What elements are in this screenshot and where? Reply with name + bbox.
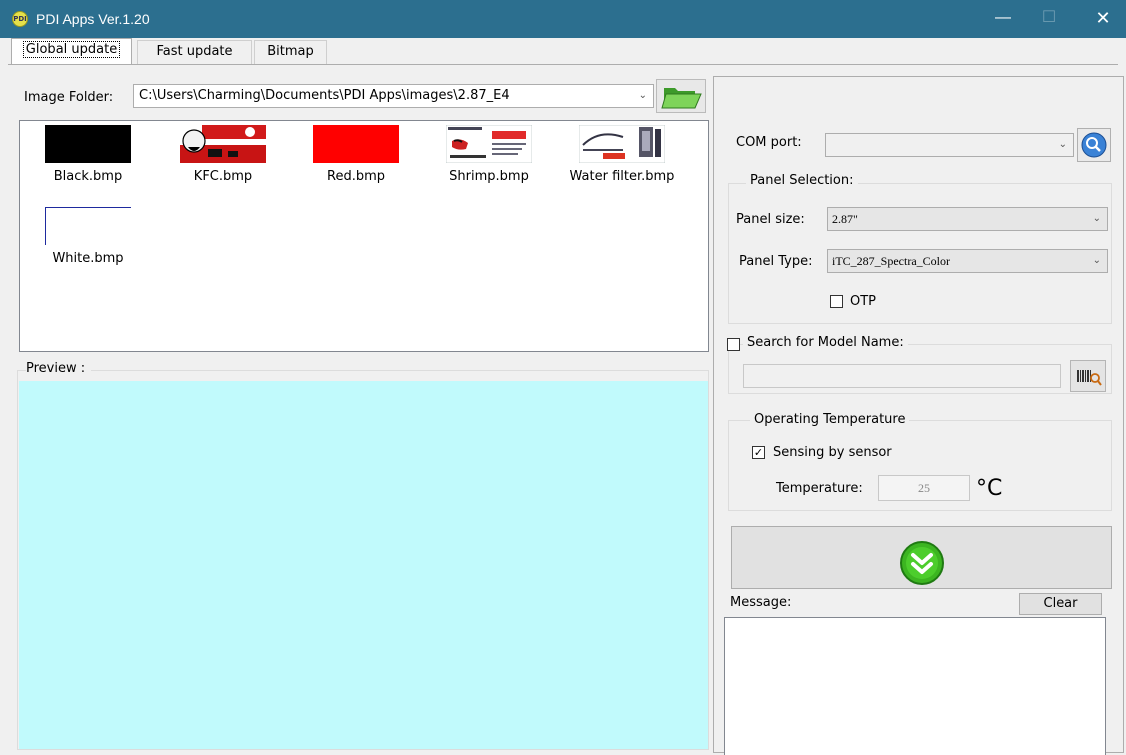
otp-checkbox[interactable] bbox=[830, 295, 843, 308]
tab-label: Fast update bbox=[156, 44, 233, 59]
model-name-input[interactable] bbox=[743, 364, 1061, 388]
panel-selection-title: Panel Selection: bbox=[746, 173, 858, 188]
kfc-thumbnail bbox=[180, 125, 266, 163]
image-folder-path: C:\Users\Charming\Documents\PDI Apps\ima… bbox=[139, 88, 510, 103]
window-title: PDI Apps Ver.1.20 bbox=[36, 11, 150, 27]
temperature-input[interactable]: 25 bbox=[878, 475, 970, 501]
file-name: Shrimp.bmp bbox=[449, 169, 529, 184]
otp-label: OTP bbox=[850, 294, 877, 309]
file-item-kfc[interactable]: KFC.bmp bbox=[163, 125, 283, 184]
browse-folder-button[interactable] bbox=[656, 79, 706, 113]
red-thumbnail bbox=[313, 125, 399, 163]
water-filter-thumbnail bbox=[578, 124, 666, 164]
panel-type-select[interactable]: iTC_287_Spectra_Color ⌄ bbox=[827, 249, 1108, 273]
file-item-shrimp[interactable]: Shrimp.bmp bbox=[429, 124, 549, 184]
barcode-scan-icon bbox=[1077, 370, 1102, 386]
sensing-by-sensor-checkbox[interactable]: ✓ bbox=[752, 446, 765, 459]
file-item-water-filter[interactable]: Water filter.bmp bbox=[562, 124, 682, 184]
preview-canvas bbox=[19, 381, 708, 749]
panel-size-label: Panel size: bbox=[736, 212, 805, 227]
barcode-search-button[interactable] bbox=[1070, 360, 1106, 392]
file-name: KFC.bmp bbox=[193, 169, 253, 184]
model-search-checkbox[interactable] bbox=[727, 338, 740, 351]
tab-fast-update[interactable]: Fast update bbox=[137, 40, 252, 64]
temperature-unit: °C bbox=[976, 476, 1003, 501]
file-item-red[interactable]: Red.bmp bbox=[296, 125, 416, 184]
file-name: Water filter.bmp bbox=[569, 169, 675, 184]
preview-label: Preview : bbox=[26, 361, 92, 376]
title-bar: PDI PDI Apps Ver.1.20 — ☐ ✕ bbox=[0, 0, 1126, 38]
chevron-down-icon: ⌄ bbox=[1092, 255, 1101, 266]
panel-type-label: Panel Type: bbox=[739, 254, 813, 269]
panel-size-value: 2.87" bbox=[832, 212, 858, 226]
search-icon bbox=[1081, 132, 1107, 158]
com-port-label: COM port: bbox=[736, 135, 802, 150]
file-item-white[interactable]: White.bmp bbox=[28, 207, 148, 266]
shrimp-thumbnail bbox=[445, 124, 533, 164]
model-search-label: Search for Model Name: bbox=[743, 335, 908, 350]
scan-com-port-button[interactable] bbox=[1077, 128, 1111, 162]
green-check-download-icon bbox=[900, 541, 944, 585]
white-thumbnail bbox=[45, 207, 131, 245]
temperature-label: Temperature: bbox=[776, 481, 863, 496]
close-button[interactable]: ✕ bbox=[1080, 0, 1126, 38]
start-update-button[interactable] bbox=[731, 526, 1112, 589]
tab-global-update[interactable]: Global update bbox=[11, 38, 132, 64]
image-folder-label: Image Folder: bbox=[24, 90, 114, 105]
client-area: Global update Fast update Bitmap Image F… bbox=[0, 38, 1126, 755]
operating-temperature-title: Operating Temperature bbox=[750, 412, 910, 427]
black-thumbnail bbox=[45, 125, 131, 163]
open-folder-icon bbox=[661, 88, 702, 109]
image-file-list[interactable]: Black.bmp KFC.bmp Red.bmp Shrimp.bmp Wat… bbox=[19, 120, 709, 352]
file-name: Black.bmp bbox=[53, 169, 123, 184]
clear-message-button[interactable]: Clear bbox=[1019, 593, 1102, 615]
tab-label: Global update bbox=[22, 41, 121, 58]
tab-strip-divider bbox=[8, 64, 1118, 65]
panel-type-value: iTC_287_Spectra_Color bbox=[832, 254, 950, 268]
file-name: White.bmp bbox=[52, 251, 124, 266]
file-name: Red.bmp bbox=[327, 169, 385, 184]
panel-size-select[interactable]: 2.87" ⌄ bbox=[827, 207, 1108, 231]
message-label: Message: bbox=[730, 595, 792, 610]
chevron-down-icon: ⌄ bbox=[638, 90, 647, 101]
sensing-by-sensor-label: Sensing by sensor bbox=[773, 445, 892, 460]
chevron-down-icon: ⌄ bbox=[1058, 139, 1067, 150]
settings-panel: COM port: ⌄ Panel Selection: Panel size:… bbox=[713, 76, 1124, 755]
image-folder-combo[interactable]: C:\Users\Charming\Documents\PDI Apps\ima… bbox=[133, 84, 654, 108]
app-logo-icon: PDI bbox=[12, 11, 28, 27]
maximize-button[interactable]: ☐ bbox=[1026, 0, 1072, 38]
chevron-down-icon: ⌄ bbox=[1092, 213, 1101, 224]
com-port-select[interactable]: ⌄ bbox=[825, 133, 1074, 157]
message-log[interactable] bbox=[724, 617, 1106, 755]
tab-bitmap[interactable]: Bitmap bbox=[254, 40, 327, 64]
file-item-black[interactable]: Black.bmp bbox=[28, 125, 148, 184]
tab-label: Bitmap bbox=[267, 44, 314, 59]
minimize-button[interactable]: — bbox=[980, 0, 1026, 38]
